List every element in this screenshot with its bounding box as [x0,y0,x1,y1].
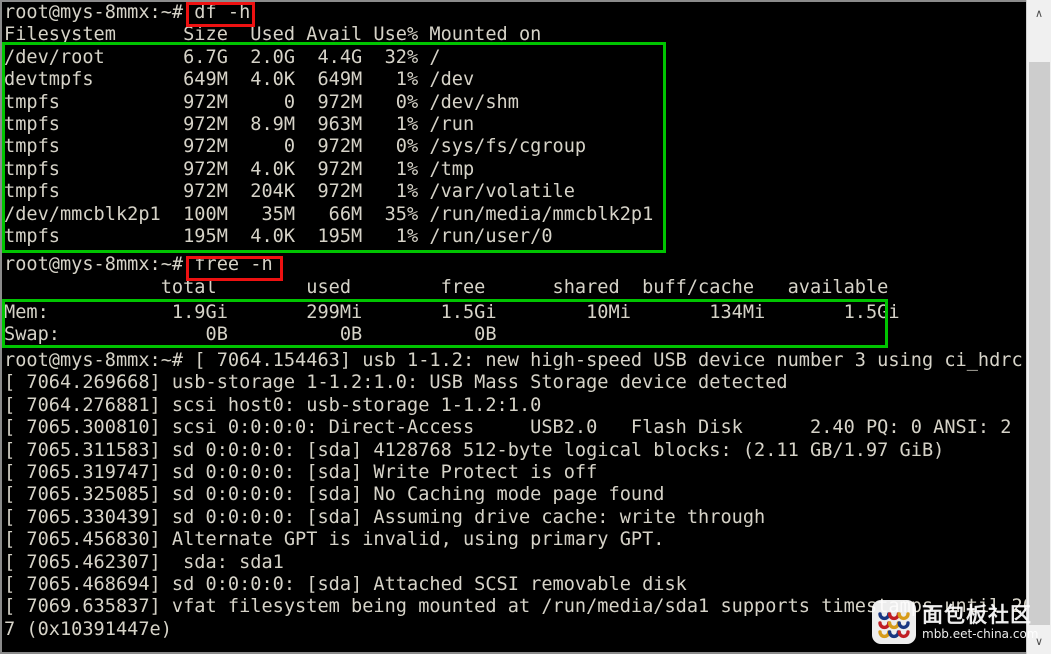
terminal-line: total used free shared buff/cache availa… [4,276,889,298]
terminal-line: root@mys-8mmx:~# [ 7064.154463] usb 1-1.… [4,350,1023,371]
terminal-line: tmpfs 972M 8.9M 963M 1% /run [4,114,475,135]
terminal-line: tmpfs 195M 4.0K 195M 1% /run/user/0 [4,226,553,247]
watermark-site-url: mbb.eet-china.com [922,626,1039,641]
watermark-logo-icon [872,600,916,644]
terminal-line: /dev/root 6.7G 2.0G 4.4G 32% / [4,46,441,68]
terminal-line: tmpfs 972M 4.0K 972M 1% /tmp [4,158,475,180]
scrollbar-thumb[interactable] [1029,62,1050,625]
watermark: 面包板社区 mbb.eet-china.com [872,596,1038,648]
terminal-line: [ 7064.276881] scsi host0: usb-storage 1… [4,394,542,416]
terminal-line: [ 7065.330439] sd 0:0:0:0: [sda] Assumin… [4,506,766,528]
terminal-line: Filesystem Size Used Avail Use% Mounted … [4,24,542,46]
terminal-window: root@mys-8mmx:~# df -h Filesystem Size U… [0,0,1051,654]
terminal-line: /dev/mmcblk2p1 100M 35M 66M 35% /run/med… [4,203,654,225]
terminal-line: Swap: 0B 0B 0B [4,324,497,346]
terminal-line: tmpfs 972M 204K 972M 1% /var/volatile [4,181,575,203]
terminal-line: [ 7065.462307] sda: sda1 [4,551,284,573]
terminal-line: Mem: 1.9Gi 299Mi 1.5Gi 10Mi 134Mi 1.5Gi [4,302,900,323]
terminal-line: [ 7064.269668] usb-storage 1-1.2:1.0: US… [4,372,788,394]
terminal-line: [ 7065.319747] sd 0:0:0:0: [sda] Write P… [4,462,598,483]
terminal-line: [ 7065.311583] sd 0:0:0:0: [sda] 4128768… [4,439,945,461]
window-left-edge [0,0,2,654]
terminal-line: 7 (0x10391447e) [4,618,172,640]
watermark-site-name: 面包板社区 [922,602,1032,627]
scroll-up-arrow-icon[interactable]: ∧ [1027,2,1051,24]
terminal-line: root@mys-8mmx:~# df -h [4,2,251,23]
watermark-text: 面包板社区 mbb.eet-china.com [922,603,1038,642]
terminal-line: [ 7065.300810] scsi 0:0:0:0: Direct-Acce… [4,417,1012,439]
terminal-line: tmpfs 972M 0 972M 0% /sys/fs/cgroup [4,136,587,158]
terminal-text-body: root@mys-8mmx:~# df -h Filesystem Size U… [4,2,1026,654]
terminal-line: root@mys-8mmx:~# free -h [4,254,273,275]
terminal-line: devtmpfs 649M 4.0K 649M 1% /dev [4,69,475,91]
terminal-line: [ 7065.456830] Alternate GPT is invalid,… [4,529,665,551]
terminal-output-area[interactable]: root@mys-8mmx:~# df -h Filesystem Size U… [0,0,1026,654]
terminal-line: [ 7065.325085] sd 0:0:0:0: [sda] No Cach… [4,484,665,506]
terminal-line: [ 7065.468694] sd 0:0:0:0: [sda] Attache… [4,574,687,595]
terminal-line: tmpfs 972M 0 972M 0% /dev/shm [4,91,519,113]
vertical-scrollbar[interactable]: ∧ ∨ [1026,0,1051,654]
